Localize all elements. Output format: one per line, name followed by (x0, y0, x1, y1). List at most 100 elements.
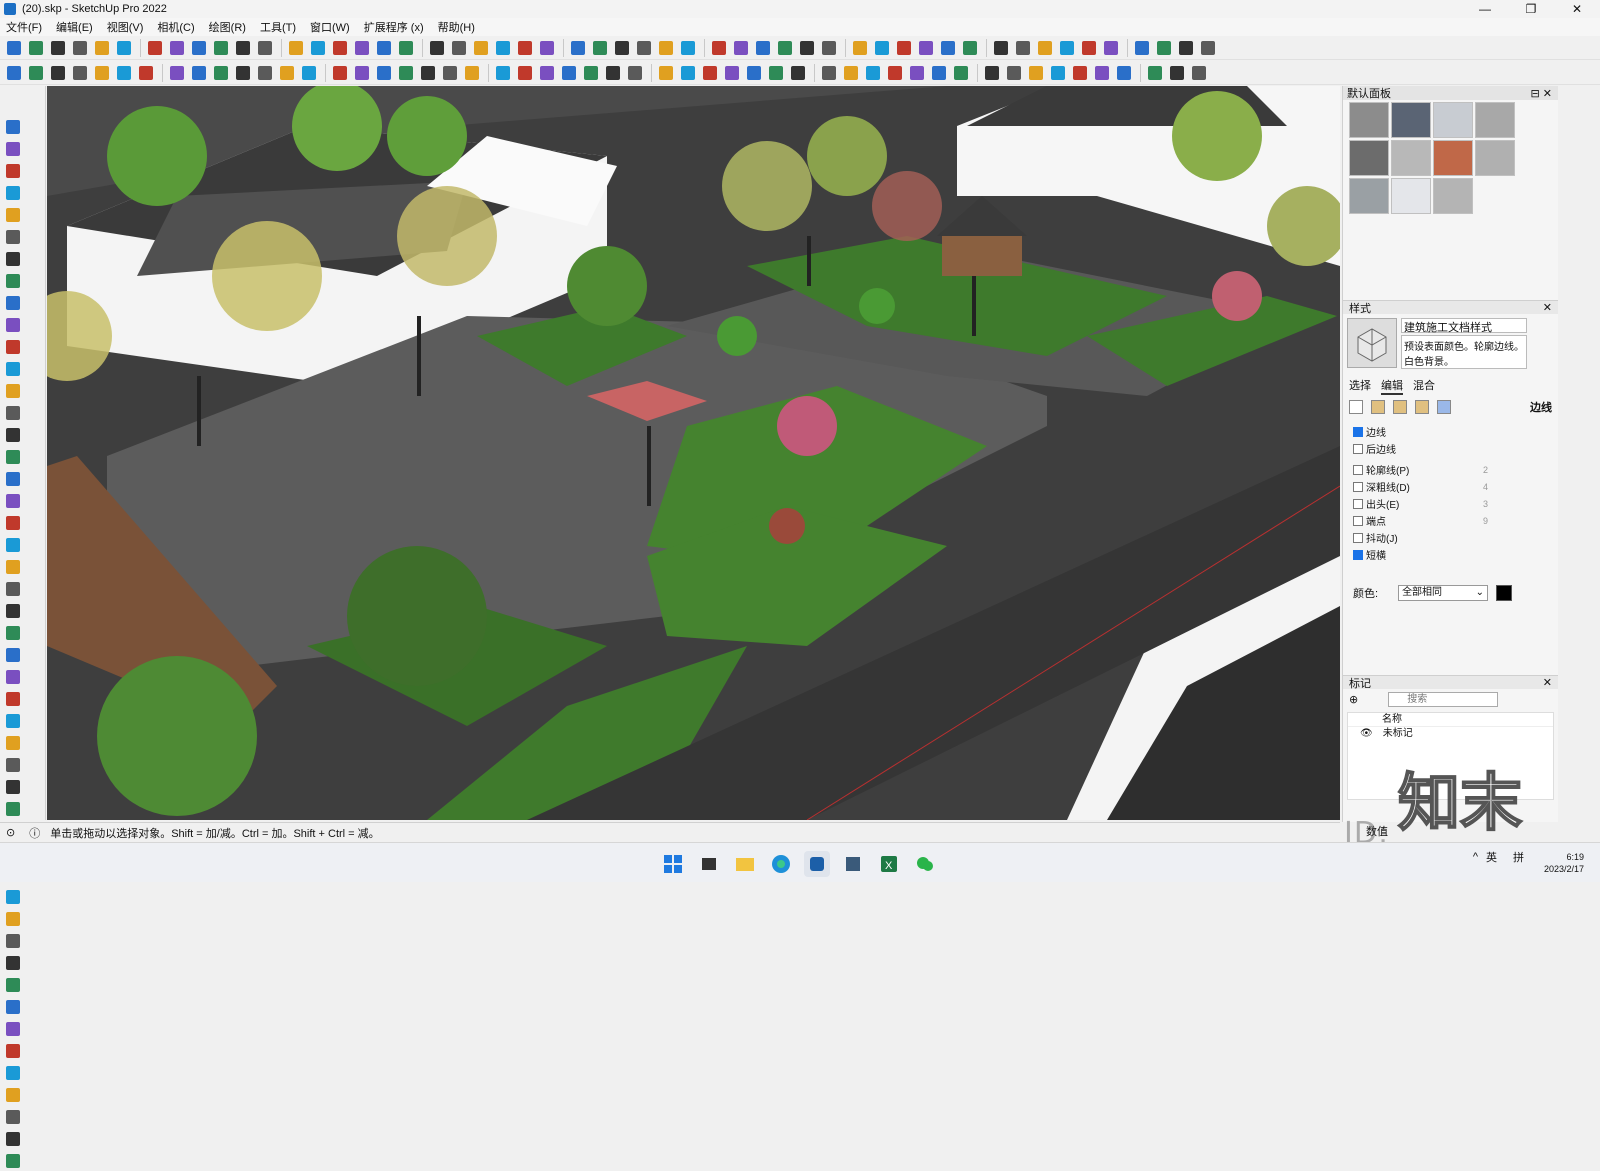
checkbox[interactable] (1353, 515, 1363, 526)
secondary-tool-icon[interactable] (1004, 63, 1024, 83)
edge-setting-value[interactable]: 3 (1483, 499, 1488, 509)
secondary-tool-icon[interactable] (722, 63, 742, 83)
secondary-tool-icon[interactable] (396, 63, 416, 83)
drawing-tool-icon[interactable] (3, 117, 23, 137)
material-swatch[interactable] (1433, 102, 1473, 138)
modeling-settings-icon[interactable] (1437, 400, 1451, 414)
background-settings-icon[interactable] (1393, 400, 1407, 414)
tags-header[interactable]: 标记 ✕ (1343, 675, 1558, 690)
tag-search-input[interactable]: 搜索 (1388, 692, 1499, 707)
checkbox[interactable] (1353, 549, 1363, 560)
style-name-field[interactable]: 建筑施工文档样式 (1401, 318, 1527, 334)
main-tool-icon[interactable] (1057, 38, 1077, 58)
main-tool-icon[interactable] (731, 38, 751, 58)
secondary-tool-icon[interactable] (70, 63, 90, 83)
drawing-tool-icon[interactable] (3, 1151, 23, 1171)
drawing-tool-icon[interactable] (3, 425, 23, 445)
drawing-tool-icon[interactable] (3, 953, 23, 973)
secondary-tool-icon[interactable] (255, 63, 275, 83)
main-tool-icon[interactable] (286, 38, 306, 58)
main-tool-icon[interactable] (1198, 38, 1218, 58)
edge-color-swatch[interactable] (1496, 585, 1513, 601)
main-tool-icon[interactable] (537, 38, 557, 58)
ime-language[interactable]: 英 (1486, 849, 1497, 865)
main-tool-icon[interactable] (70, 38, 90, 58)
secondary-tool-icon[interactable] (656, 63, 676, 83)
drawing-tool-icon[interactable] (3, 205, 23, 225)
secondary-tool-icon[interactable] (352, 63, 372, 83)
checkbox[interactable] (1353, 443, 1363, 454)
secondary-tool-icon[interactable] (374, 63, 394, 83)
add-tag-icon[interactable]: ⊕ (1349, 693, 1358, 706)
secondary-tool-icon[interactable] (136, 63, 156, 83)
maximize-button[interactable]: ❐ (1508, 0, 1554, 18)
menu-camera[interactable]: 相机(C) (157, 19, 194, 35)
edge-setting-row[interactable]: 后边线 (1353, 440, 1548, 457)
menu-draw[interactable]: 绘图(R) (209, 19, 246, 35)
drawing-tool-icon[interactable] (3, 623, 23, 643)
secondary-tool-icon[interactable] (929, 63, 949, 83)
drawing-tool-icon[interactable] (3, 447, 23, 467)
secondary-tool-icon[interactable] (1048, 63, 1068, 83)
edge-setting-value[interactable]: 4 (1483, 482, 1488, 492)
drawing-tool-icon[interactable] (3, 183, 23, 203)
drawing-tool-icon[interactable] (3, 315, 23, 335)
drawing-tool-icon[interactable] (3, 601, 23, 621)
main-tool-icon[interactable] (48, 38, 68, 58)
secondary-tool-icon[interactable] (462, 63, 482, 83)
main-tool-icon[interactable] (916, 38, 936, 58)
geo-icon[interactable]: ⊙ (6, 826, 15, 839)
model-viewport[interactable] (47, 86, 1340, 820)
main-tool-icon[interactable] (92, 38, 112, 58)
main-tool-icon[interactable] (1176, 38, 1196, 58)
drawing-tool-icon[interactable] (3, 689, 23, 709)
edge-setting-row[interactable]: 抖动(J) (1353, 529, 1548, 546)
material-swatch[interactable] (1391, 178, 1431, 214)
drawing-tool-icon[interactable] (3, 535, 23, 555)
main-tool-icon[interactable] (819, 38, 839, 58)
drawing-tool-icon[interactable] (3, 337, 23, 357)
main-tool-icon[interactable] (4, 38, 24, 58)
secondary-tool-icon[interactable] (92, 63, 112, 83)
drawing-tool-icon[interactable] (3, 469, 23, 489)
main-tool-icon[interactable] (233, 38, 253, 58)
drawing-tool-icon[interactable] (3, 557, 23, 577)
wechat-icon[interactable] (912, 851, 938, 877)
menu-tools[interactable]: 工具(T) (260, 19, 296, 35)
excel-icon[interactable]: X (876, 851, 902, 877)
tray-chevron-icon[interactable]: ^ (1473, 851, 1478, 863)
start-icon[interactable] (660, 851, 686, 877)
main-tool-icon[interactable] (656, 38, 676, 58)
main-tool-icon[interactable] (493, 38, 513, 58)
tab-edit[interactable]: 编辑 (1381, 377, 1403, 395)
secondary-tool-icon[interactable] (277, 63, 297, 83)
drawing-tool-icon[interactable] (3, 909, 23, 929)
main-tool-icon[interactable] (1101, 38, 1121, 58)
edge-setting-row[interactable]: 轮廓线(P) 2 (1353, 461, 1548, 478)
styles-header[interactable]: 样式 ✕ (1343, 300, 1558, 315)
edge-setting-row[interactable]: 端点 9 (1353, 512, 1548, 529)
material-swatch[interactable] (1391, 140, 1431, 176)
tray-pin-icon[interactable]: ⊟ ✕ (1531, 87, 1553, 100)
edge-setting-row[interactable]: 出头(E) 3 (1353, 495, 1548, 512)
main-tool-icon[interactable] (515, 38, 535, 58)
secondary-tool-icon[interactable] (48, 63, 68, 83)
style-description-field[interactable]: 预设表面颜色。轮廓边线。白色背景。 (1401, 335, 1527, 369)
main-tool-icon[interactable] (189, 38, 209, 58)
secondary-tool-icon[interactable] (1189, 63, 1209, 83)
main-tool-icon[interactable] (145, 38, 165, 58)
menu-help[interactable]: 帮助(H) (438, 19, 475, 35)
tag-row[interactable]: 👁 未标记 (1348, 727, 1553, 741)
checkbox[interactable] (1353, 464, 1363, 475)
main-tool-icon[interactable] (1154, 38, 1174, 58)
material-swatch[interactable] (1349, 140, 1389, 176)
main-tool-icon[interactable] (1013, 38, 1033, 58)
drawing-tool-icon[interactable] (3, 1129, 23, 1149)
secondary-tool-icon[interactable] (537, 63, 557, 83)
drawing-tool-icon[interactable] (3, 513, 23, 533)
menu-edit[interactable]: 编辑(E) (56, 19, 93, 35)
main-tool-icon[interactable] (1035, 38, 1055, 58)
file-explorer-icon[interactable] (732, 851, 758, 877)
drawing-tool-icon[interactable] (3, 161, 23, 181)
edge-settings-icon[interactable] (1349, 400, 1363, 414)
